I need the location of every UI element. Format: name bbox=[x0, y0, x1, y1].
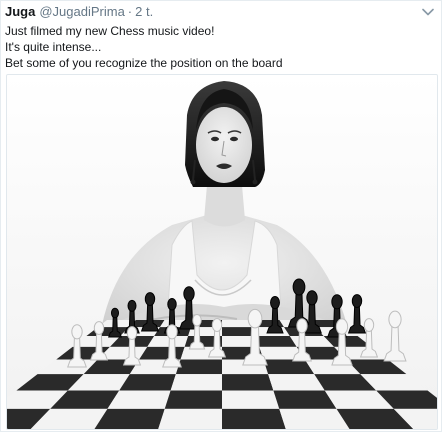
board-square bbox=[222, 390, 280, 409]
tweet-header: Juga @JugadiPrima · 2 t. bbox=[5, 4, 153, 22]
tweet-timestamp[interactable]: 2 t. bbox=[135, 4, 153, 19]
header-separator: · bbox=[127, 4, 133, 19]
tweet-media-image[interactable] bbox=[6, 74, 438, 430]
tweet-text: Just filmed my new Chess music video! It… bbox=[5, 23, 435, 71]
author-name[interactable]: Juga bbox=[5, 4, 35, 19]
chevron-down-icon[interactable] bbox=[421, 6, 435, 18]
board-square bbox=[170, 374, 222, 391]
tweet-text-line: Just filmed my new Chess music video! bbox=[5, 24, 215, 38]
board-square bbox=[158, 408, 222, 429]
tweet-card[interactable]: Juga @JugadiPrima · 2 t. Just filmed my … bbox=[0, 0, 442, 432]
tweet-text-line: It's quite intense... bbox=[5, 40, 102, 54]
board-square bbox=[222, 408, 286, 429]
board-square bbox=[222, 374, 274, 391]
board-square bbox=[147, 336, 189, 347]
board-square bbox=[175, 359, 222, 375]
board-square bbox=[164, 390, 222, 409]
board-square bbox=[255, 336, 297, 347]
tweet-text-line: Bet some of you recognize the position o… bbox=[5, 56, 283, 70]
chess-video-still bbox=[7, 75, 437, 429]
author-handle[interactable]: @JugadiPrima bbox=[39, 4, 124, 19]
